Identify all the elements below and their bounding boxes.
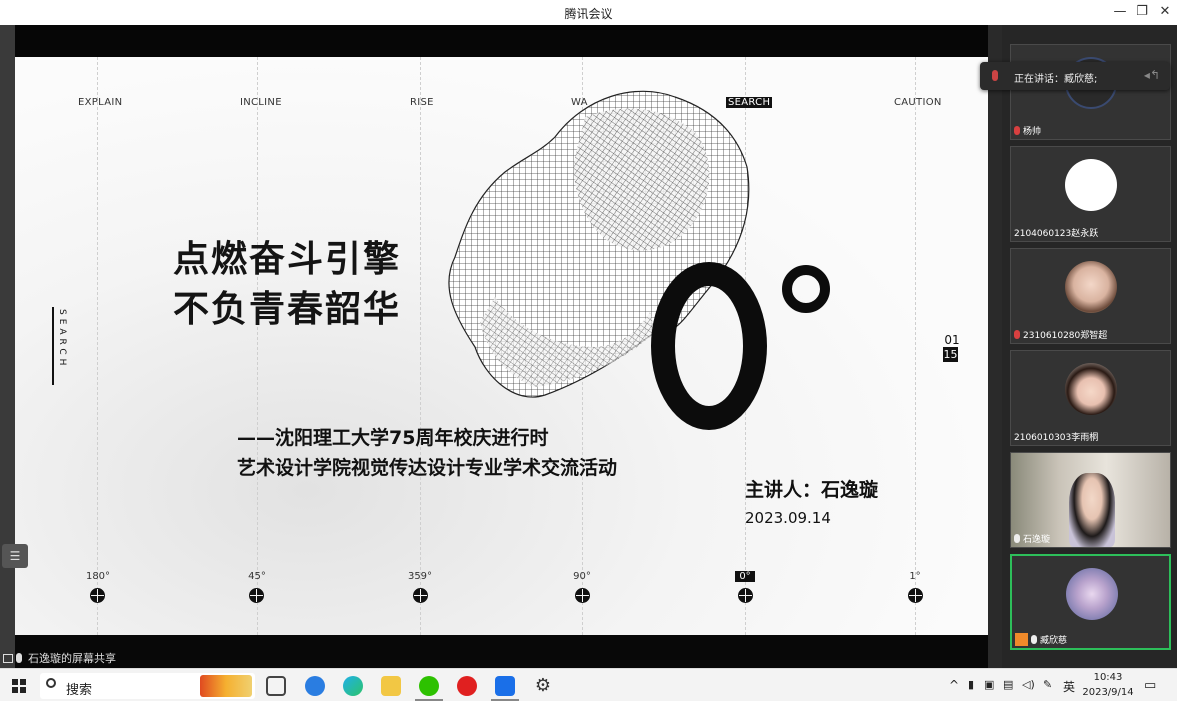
search-label: 搜索 bbox=[66, 683, 93, 698]
subtitle-line-2: 艺术设计学院视觉传达设计专业学术交流活动 bbox=[237, 457, 618, 479]
compass-marker-icon bbox=[575, 588, 590, 603]
tray-network-icon[interactable]: ▤ bbox=[1003, 678, 1013, 691]
taskbar-search[interactable]: 搜索 bbox=[40, 673, 255, 699]
degree-label-text: 0° bbox=[735, 571, 755, 582]
compass-marker-icon bbox=[90, 588, 105, 603]
compass-marker-icon bbox=[413, 588, 428, 603]
degree-label: 1° bbox=[909, 571, 921, 582]
avatar bbox=[1065, 159, 1117, 211]
slide-top-bar bbox=[15, 25, 988, 57]
subtitle-line-1: ——沈阳理工大学75周年校庆进行时 bbox=[237, 427, 549, 449]
slide-date: 2023.09.14 bbox=[745, 509, 831, 527]
tray-mic-icon[interactable]: ▮ bbox=[968, 678, 974, 691]
mic-muted-icon bbox=[1014, 330, 1020, 339]
guide-line bbox=[257, 57, 258, 635]
participant-name: 杨帅 bbox=[1023, 127, 1042, 137]
search-highlight-image bbox=[200, 675, 252, 697]
participant-name: 2310610280郑智超 bbox=[1023, 331, 1108, 341]
screen-share-label: 石逸璇的屏幕共享 bbox=[28, 652, 116, 665]
windows-start-icon[interactable] bbox=[12, 679, 26, 693]
collapse-arrow-icon[interactable]: ◂↰ bbox=[1144, 68, 1160, 82]
compass-marker-icon bbox=[908, 588, 923, 603]
participant-tile[interactable]: 杨帅 bbox=[1010, 44, 1171, 140]
guide-line bbox=[97, 57, 98, 635]
participant-tile-active[interactable]: 臧欣慈 bbox=[1010, 554, 1171, 650]
degree-label-highlighted: 0° bbox=[725, 571, 765, 582]
vertical-search-text: SEARCH bbox=[57, 309, 67, 370]
compass-marker-icon bbox=[738, 588, 753, 603]
task-view-icon[interactable] bbox=[266, 676, 286, 696]
host-badge-icon bbox=[1015, 633, 1028, 646]
page-total: 01 bbox=[944, 333, 960, 347]
speaker-name: 主讲人：石逸璇 bbox=[745, 479, 879, 501]
slide-bottom-bar bbox=[15, 635, 988, 668]
guide-line bbox=[420, 57, 421, 635]
speaking-indicator: 正在讲话：臧欣慈; ◂↰ bbox=[980, 62, 1170, 90]
notification-icon[interactable]: ▭ bbox=[1144, 678, 1156, 693]
clock-date: 2023/9/14 bbox=[1082, 687, 1134, 698]
degree-label: 90° bbox=[573, 571, 591, 582]
participant-tile[interactable]: 2104060123赵永跃 bbox=[1010, 146, 1171, 242]
toolbar-list-icon[interactable]: ☰ bbox=[2, 544, 28, 568]
page-current: 15 bbox=[943, 347, 958, 362]
tencent-meeting-icon[interactable] bbox=[495, 676, 515, 696]
degree-symbol bbox=[782, 265, 830, 313]
participant-tile[interactable]: 2310610280郑智超 bbox=[1010, 248, 1171, 344]
participant-name: 2104060123赵永跃 bbox=[1014, 229, 1099, 239]
guide-line bbox=[915, 57, 916, 635]
edge-browser-icon[interactable] bbox=[343, 676, 363, 696]
headline-line-1: 点燃奋斗引擎 bbox=[173, 239, 402, 280]
slide-label-rise: RISE bbox=[410, 97, 434, 108]
wechat-icon[interactable] bbox=[419, 676, 439, 696]
compass-marker-icon bbox=[249, 588, 264, 603]
avatar bbox=[1065, 261, 1117, 313]
speaker-mic-icon bbox=[992, 70, 998, 81]
tray-ime-label[interactable]: 英 bbox=[1063, 678, 1075, 695]
mic-icon bbox=[16, 653, 22, 663]
tray-monitor-icon[interactable]: ▣ bbox=[984, 678, 994, 691]
vertical-search-label: SEARCH bbox=[52, 307, 68, 385]
slide-label-caution: CAUTION bbox=[894, 97, 942, 108]
presentation-slide: EXPLAIN INCLINE RISE WA SEARCH CAUTION S… bbox=[15, 57, 988, 635]
clock-time: 10:43 bbox=[1093, 672, 1123, 683]
slide-label-explain: EXPLAIN bbox=[78, 97, 123, 108]
minimize-icon[interactable]: — bbox=[1111, 3, 1129, 21]
participant-name: 石逸璇 bbox=[1023, 535, 1051, 545]
mic-on-icon bbox=[1014, 534, 1020, 543]
window-title: 腾讯会议 bbox=[564, 7, 613, 21]
left-edge-strip bbox=[0, 25, 15, 668]
degree-label: 359° bbox=[407, 571, 433, 582]
screen-share-icon bbox=[3, 654, 13, 663]
participant-video-tile[interactable]: 石逸璇 bbox=[1010, 452, 1171, 548]
mic-muted-icon bbox=[1014, 126, 1020, 135]
slide-label-incline: INCLINE bbox=[240, 97, 282, 108]
taskbar-clock[interactable]: 10:43 2023/9/14 bbox=[1082, 670, 1134, 700]
settings-gear-icon[interactable]: ⚙ bbox=[533, 676, 553, 696]
headline-line-2: 不负青春韶华 bbox=[173, 289, 402, 330]
degree-label: 180° bbox=[85, 571, 111, 582]
file-explorer-icon[interactable] bbox=[381, 676, 401, 696]
video-person bbox=[1069, 473, 1115, 547]
close-icon[interactable]: ✕ bbox=[1156, 3, 1174, 21]
speaking-text: 正在讲话：臧欣慈; bbox=[1014, 74, 1098, 85]
participant-name: 2106010303李雨桐 bbox=[1014, 433, 1099, 443]
avatar bbox=[1066, 568, 1118, 620]
window-titlebar: 腾讯会议 — ❐ ✕ bbox=[0, 0, 1177, 25]
windows-taskbar: 搜索 ⚙ ^ ▮ ▣ ▤ ◁) ✎ 英 10:43 2023/9/14 ▭ bbox=[0, 668, 1177, 701]
screen-share-status: 石逸璇的屏幕共享 bbox=[0, 650, 116, 666]
participant-name: 臧欣慈 bbox=[1040, 636, 1068, 646]
big-zero-glyph bbox=[651, 262, 767, 430]
search-icon bbox=[46, 678, 56, 688]
tray-expand-icon[interactable]: ^ bbox=[949, 678, 959, 692]
mic-on-icon bbox=[1031, 635, 1037, 644]
participant-tile[interactable]: 2106010303李雨桐 bbox=[1010, 350, 1171, 446]
slide-headline: 点燃奋斗引擎 不负青春韶华 bbox=[173, 235, 401, 335]
restore-icon[interactable]: ❐ bbox=[1133, 3, 1151, 21]
tray-volume-icon[interactable]: ◁) bbox=[1022, 678, 1035, 691]
avatar bbox=[1065, 363, 1117, 415]
degree-label: 45° bbox=[248, 571, 266, 582]
tray-pen-icon[interactable]: ✎ bbox=[1043, 678, 1052, 691]
netease-music-icon[interactable] bbox=[457, 676, 477, 696]
clock-app-icon[interactable] bbox=[305, 676, 325, 696]
